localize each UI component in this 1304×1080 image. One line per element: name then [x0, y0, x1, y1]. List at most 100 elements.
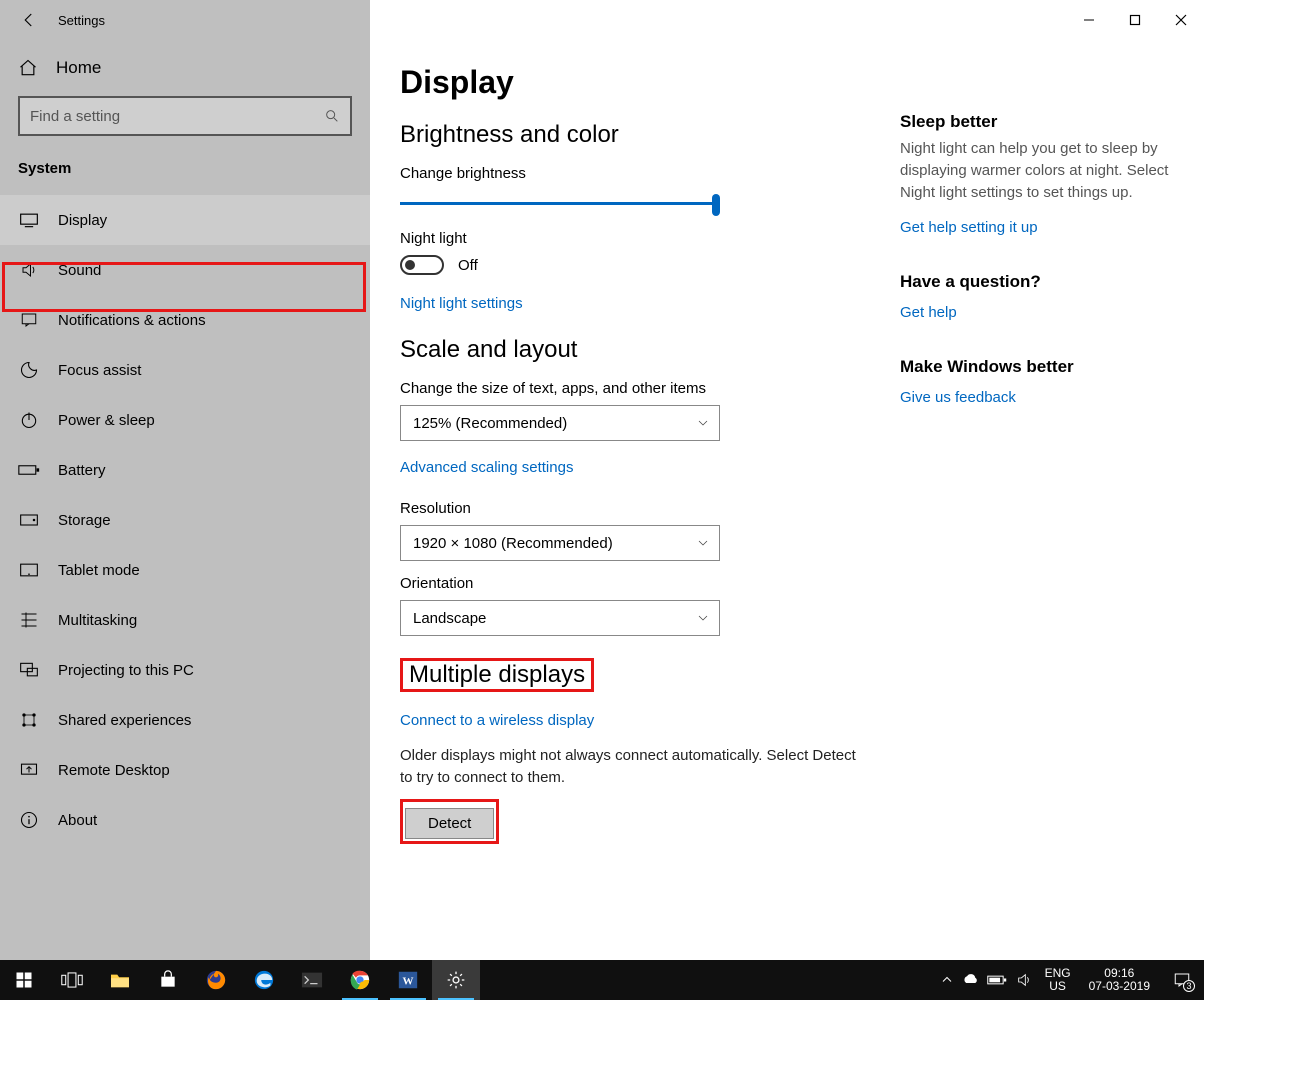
home-label: Home [56, 58, 101, 78]
system-tray: ENG US 09:16 07-03-2019 3 [941, 960, 1204, 1000]
sidebar-item-focus-assist[interactable]: Focus assist [0, 345, 370, 395]
chrome-taskbar[interactable] [336, 960, 384, 1000]
help-column: Sleep better Night light can help you ge… [900, 64, 1180, 960]
search-icon [324, 108, 340, 124]
sidebar-item-label: Focus assist [58, 362, 141, 379]
resolution-value: 1920 × 1080 (Recommended) [413, 535, 613, 552]
slider-track [400, 202, 720, 205]
notifications-icon [18, 309, 40, 331]
clock[interactable]: 09:16 07-03-2019 [1089, 967, 1150, 993]
battery-tray-icon[interactable] [987, 974, 1007, 986]
detect-button[interactable]: Detect [405, 808, 494, 839]
storage-icon [18, 509, 40, 531]
sidebar-item-label: Sound [58, 262, 101, 279]
home-icon [18, 58, 38, 78]
tray-overflow-icon[interactable] [941, 974, 953, 986]
home-nav[interactable]: Home [0, 44, 370, 96]
resolution-select[interactable]: 1920 × 1080 (Recommended) [400, 525, 720, 561]
notification-badge: 3 [1183, 980, 1195, 992]
sidebar-item-label: Display [58, 212, 107, 229]
sidebar-item-display[interactable]: Display [0, 195, 370, 245]
section-scale-heading: Scale and layout [400, 336, 880, 364]
main-content: Display Brightness and color Change brig… [370, 40, 1204, 960]
sidebar-item-notifications[interactable]: Notifications & actions [0, 295, 370, 345]
sidebar-item-multitasking[interactable]: Multitasking [0, 595, 370, 645]
nightlight-label: Night light [400, 230, 880, 247]
taskbar: W ENG US 09:16 07-03-2019 3 [0, 960, 1204, 1000]
sidebar-item-storage[interactable]: Storage [0, 495, 370, 545]
help-question-heading: Have a question? [900, 272, 1180, 292]
chevron-down-icon [697, 417, 709, 429]
sidebar-item-shared-experiences[interactable]: Shared experiences [0, 695, 370, 745]
wireless-display-link[interactable]: Connect to a wireless display [400, 712, 594, 729]
text-size-select[interactable]: 125% (Recommended) [400, 405, 720, 441]
start-button[interactable] [0, 960, 48, 1000]
orientation-value: Landscape [413, 610, 486, 627]
help-sleep-heading: Sleep better [900, 112, 1180, 132]
page-title: Display [400, 64, 880, 101]
language-indicator[interactable]: ENG US [1045, 967, 1071, 993]
sidebar-item-label: Storage [58, 512, 111, 529]
help-feedback-heading: Make Windows better [900, 357, 1180, 377]
sidebar-item-label: Power & sleep [58, 412, 155, 429]
display-icon [18, 209, 40, 231]
close-button[interactable] [1158, 4, 1204, 36]
sidebar-item-projecting[interactable]: Projecting to this PC [0, 645, 370, 695]
about-icon [18, 809, 40, 831]
sidebar-item-power-sleep[interactable]: Power & sleep [0, 395, 370, 445]
tablet-icon [18, 559, 40, 581]
brightness-slider[interactable] [400, 192, 720, 216]
titlebar: Settings [0, 0, 1204, 40]
task-view-button[interactable] [48, 960, 96, 1000]
nightlight-toggle[interactable] [400, 255, 444, 275]
minimize-button[interactable] [1066, 4, 1112, 36]
nightlight-state: Off [458, 257, 478, 274]
terminal-taskbar[interactable] [288, 960, 336, 1000]
chevron-down-icon [697, 612, 709, 624]
help-feedback-link[interactable]: Give us feedback [900, 389, 1016, 406]
nightlight-settings-link[interactable]: Night light settings [400, 295, 523, 312]
power-icon [18, 409, 40, 431]
onedrive-icon[interactable] [961, 973, 979, 987]
sidebar-item-remote-desktop[interactable]: Remote Desktop [0, 745, 370, 795]
window-title: Settings [58, 13, 105, 28]
volume-tray-icon[interactable] [1015, 972, 1033, 988]
sidebar-item-tablet-mode[interactable]: Tablet mode [0, 545, 370, 595]
sidebar-item-about[interactable]: About [0, 795, 370, 845]
sidebar-item-label: Tablet mode [58, 562, 140, 579]
sidebar-item-label: Remote Desktop [58, 762, 170, 779]
back-button[interactable] [14, 5, 44, 35]
edge-taskbar[interactable] [240, 960, 288, 1000]
firefox-taskbar[interactable] [192, 960, 240, 1000]
shared-icon [18, 709, 40, 731]
orientation-select[interactable]: Landscape [400, 600, 720, 636]
battery-icon [18, 459, 40, 481]
advanced-scaling-link[interactable]: Advanced scaling settings [400, 459, 573, 476]
sidebar-item-sound[interactable]: Sound [0, 245, 370, 295]
maximize-button[interactable] [1112, 4, 1158, 36]
store-taskbar[interactable] [144, 960, 192, 1000]
help-question-link[interactable]: Get help [900, 304, 957, 321]
sidebar-item-battery[interactable]: Battery [0, 445, 370, 495]
sidebar-item-label: Notifications & actions [58, 312, 206, 329]
section-brightness-heading: Brightness and color [400, 121, 880, 149]
annotation-highlight-multidisplay: Multiple displays [400, 658, 594, 692]
annotation-highlight-detect: Detect [400, 799, 499, 844]
toggle-knob [405, 260, 415, 270]
svg-text:W: W [403, 976, 414, 988]
section-multidisplay-heading: Multiple displays [400, 658, 880, 692]
multitasking-icon [18, 609, 40, 631]
resolution-label: Resolution [400, 500, 880, 517]
remote-desktop-icon [18, 759, 40, 781]
help-sleep-link[interactable]: Get help setting it up [900, 219, 1038, 236]
settings-taskbar[interactable] [432, 960, 480, 1000]
file-explorer-taskbar[interactable] [96, 960, 144, 1000]
action-center-icon[interactable]: 3 [1172, 971, 1192, 989]
orientation-label: Orientation [400, 575, 880, 592]
sidebar-item-label: Shared experiences [58, 712, 191, 729]
sound-icon [18, 259, 40, 281]
word-taskbar[interactable]: W [384, 960, 432, 1000]
slider-thumb[interactable] [712, 194, 720, 216]
sidebar-item-label: Multitasking [58, 612, 137, 629]
search-input[interactable]: Find a setting [18, 96, 352, 136]
